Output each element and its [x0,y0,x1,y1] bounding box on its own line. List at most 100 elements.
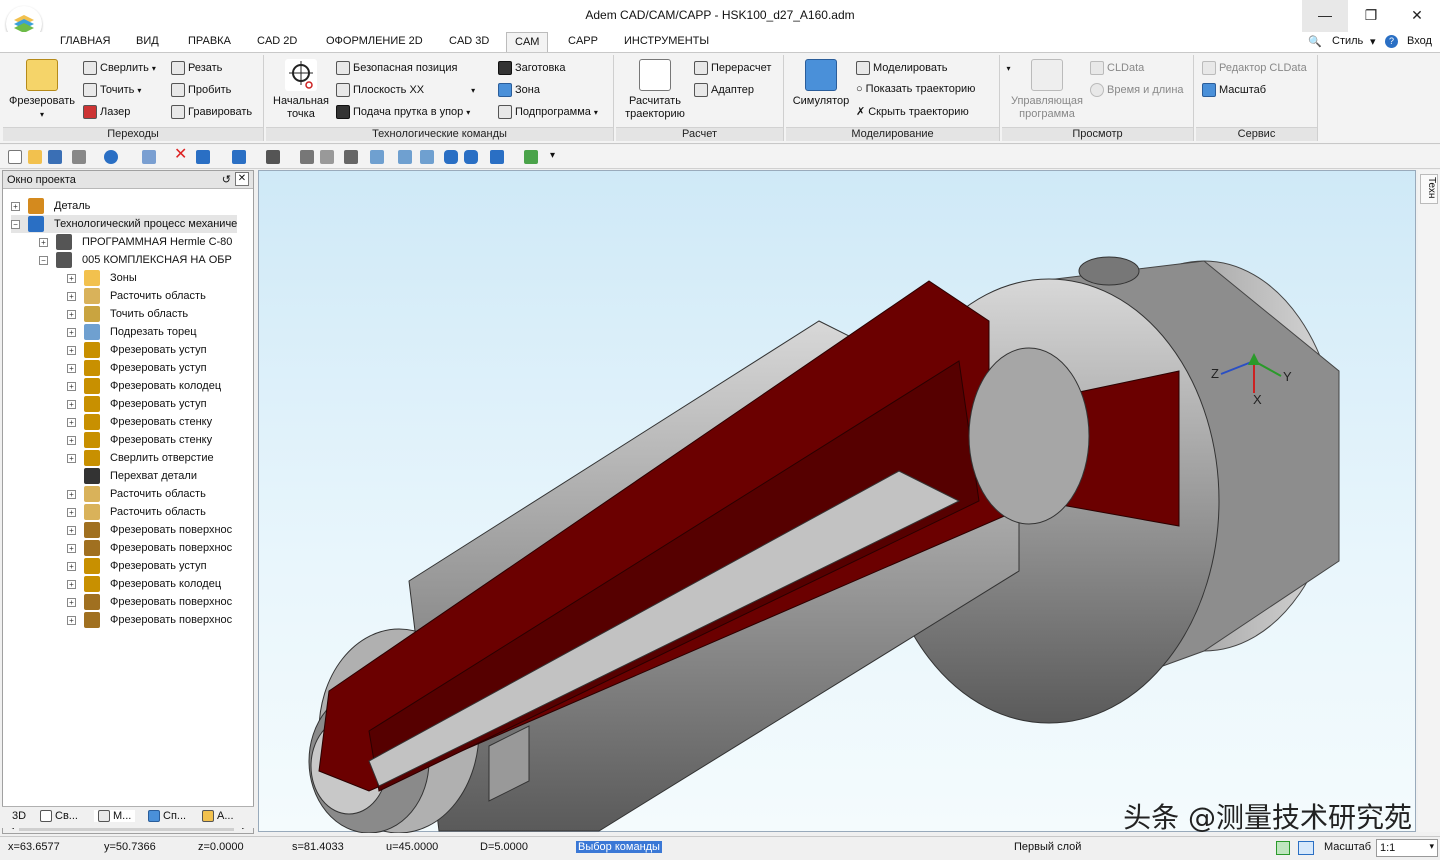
layer-indicator[interactable]: Первый слой [1014,841,1081,853]
tab-pravka[interactable]: ПРАВКА [188,35,231,47]
expand-icon[interactable]: + [67,381,76,391]
database-icon[interactable] [444,150,458,164]
tree-icon[interactable] [370,150,384,164]
expand-icon[interactable]: + [67,615,76,625]
tree-item[interactable]: + Расточить область [67,503,206,521]
render-icon[interactable] [524,150,538,164]
tree-item[interactable]: + Зоны [67,269,137,287]
zone-button[interactable]: Зона [498,83,540,97]
tree-item[interactable]: + Точить область [67,305,188,323]
style-menu[interactable]: Стиль [1332,35,1363,47]
transform-icon[interactable] [266,150,280,164]
tab-a[interactable]: А... [202,810,234,822]
tree-item[interactable]: + Фрезеровать колодец [67,377,221,395]
view-icon[interactable] [300,150,314,164]
expand-icon[interactable]: + [39,237,48,247]
measure-icon[interactable] [344,150,358,164]
recalc-button[interactable]: Перерасчет [694,61,771,75]
engrave-button[interactable]: Гравировать [171,105,252,119]
tech-side-tab[interactable]: Техн [1420,174,1438,204]
expand-icon[interactable]: + [67,291,76,301]
tab-list[interactable]: Сп... [148,810,186,822]
customize-icon[interactable]: ▾ [550,150,564,164]
nc-program-button[interactable]: Управляющая программа [1004,59,1090,121]
tab-oformlenie[interactable]: ОФОРМЛЕНИЕ 2D [326,35,423,47]
link-icon[interactable] [398,150,412,164]
bar-feed-button[interactable]: Подача прутка в упор ▾ [336,105,470,119]
drill-button[interactable]: Сверлить ▾ [83,61,156,75]
3d-viewport[interactable]: Y Z X [258,170,1416,834]
expand-icon[interactable]: + [67,507,76,517]
tree-item[interactable]: + Деталь [11,197,90,215]
zoom-icon[interactable] [320,150,334,164]
layers-icon[interactable] [464,150,478,164]
save-icon[interactable] [48,150,62,164]
tree-item[interactable]: + Фрезеровать поверхнос [67,539,232,557]
tree-item[interactable]: + Фрезеровать поверхнос [67,521,232,539]
expand-icon[interactable]: + [67,363,76,373]
mill-button[interactable]: Фрезеровать ▾ [7,59,77,121]
tree-item[interactable]: + Фрезеровать уступ [67,341,207,359]
start-point-button[interactable]: Начальная точка [268,59,334,121]
undo-icon[interactable] [104,150,118,164]
tree-item[interactable]: + Подрезать торец [67,323,197,341]
search-icon[interactable]: 🔍 [1308,35,1322,48]
tree-item[interactable]: + Фрезеровать стенку [67,431,212,449]
tree-item[interactable]: + Фрезеровать колодец [67,575,221,593]
minimize-button[interactable]: — [1302,0,1348,32]
calc-trajectory-button[interactable]: Расчитать траекторию [618,59,692,121]
tab-properties[interactable]: Св... [40,810,78,822]
select-icon[interactable] [142,150,156,164]
time-length-button[interactable]: Время и длина [1090,83,1184,97]
restore-button[interactable]: ❐ [1348,0,1394,32]
cldata-button[interactable]: CLData [1090,61,1144,75]
collapse-icon[interactable]: − [39,255,48,265]
delete-icon[interactable]: ✕ [174,147,188,163]
tab-instrumenty[interactable]: ИНСТРУМЕНТЫ [624,35,709,47]
safe-position-button[interactable]: Безопасная позиция [336,61,457,75]
expand-icon[interactable]: + [11,201,20,211]
tree-item[interactable]: + Сверлить отверстие [67,449,214,467]
expand-icon[interactable]: + [67,597,76,607]
model-run-button[interactable]: Моделировать ▾ [856,61,1011,75]
view-cube-icon[interactable] [1298,841,1314,855]
expand-icon[interactable]: + [67,327,76,337]
expand-icon[interactable]: + [67,435,76,445]
tab-capp[interactable]: CAPP [568,35,598,47]
cut-button[interactable]: Резать [171,61,222,75]
tree-item[interactable]: + Фрезеровать поверхнос [67,593,232,611]
tree-item[interactable]: − 005 КОМПЛЕКСНАЯ НА ОБР [39,251,232,269]
show-path-button[interactable]: ○ Показать траекторию [856,83,975,95]
cldata-editor-button[interactable]: Редактор CLData [1202,61,1307,75]
expand-icon[interactable]: + [67,543,76,553]
tree-item[interactable]: + Расточить область [67,485,206,503]
adapter-button[interactable]: Адаптер [694,83,754,97]
expand-icon[interactable]: + [67,273,76,283]
color-icon[interactable] [490,150,504,164]
turn-button[interactable]: Точить ▾ [83,83,141,97]
tab-cam[interactable]: CAM [506,32,549,53]
new-file-icon[interactable] [8,150,22,164]
login-link[interactable]: Вход [1407,35,1432,47]
open-folder-icon[interactable] [28,150,42,164]
tab-glavnaya[interactable]: ГЛАВНАЯ [60,35,110,47]
tree-item[interactable]: + Фрезеровать уступ [67,359,207,377]
expand-icon[interactable]: + [67,525,76,535]
tree-item[interactable]: +Перехват детали [67,467,197,485]
subprogram-button[interactable]: Подпрограмма ▾ [498,105,598,119]
print-icon[interactable] [72,150,86,164]
move-icon[interactable] [232,150,246,164]
tree-item[interactable]: + Фрезеровать уступ [67,557,207,575]
expand-icon[interactable]: + [67,561,76,571]
tree-item[interactable]: − Технологический процесс механиче [11,215,238,233]
tab-3d[interactable]: 3D [12,810,26,822]
scale-select[interactable]: 1:1 ▾ [1376,839,1438,857]
tab-m[interactable]: М... [94,810,136,822]
simulator-button[interactable]: Симулятор [788,59,854,108]
expand-icon[interactable]: + [67,453,76,463]
chevron-down-icon[interactable]: ▾ [1370,35,1376,48]
laser-button[interactable]: Лазер [83,105,130,119]
tab-cad3d[interactable]: CAD 3D [449,35,489,47]
tree-item[interactable]: + ПРОГРАММНАЯ Hermle C-80 [39,233,232,251]
tab-vid[interactable]: ВИД [136,35,159,47]
